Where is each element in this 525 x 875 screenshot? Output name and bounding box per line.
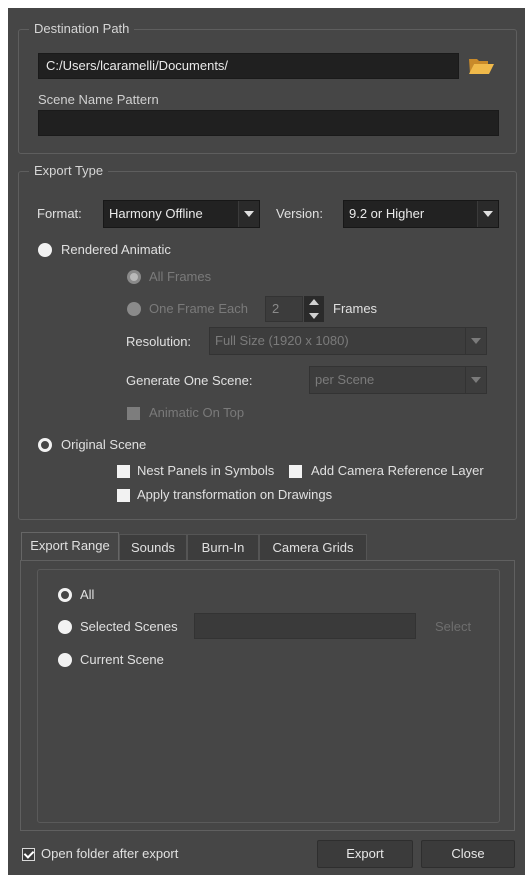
tab-export-range[interactable]: Export Range [21,532,119,561]
format-label: Format: [37,206,82,221]
animatic-on-top-checkbox[interactable] [127,407,140,420]
add-camera-reference-label[interactable]: Add Camera Reference Layer [311,463,484,479]
export-type-group: Export Type Format: Harmony Offline Vers… [18,163,517,520]
select-button[interactable]: Select [435,619,471,635]
one-frame-each-radio[interactable] [127,302,141,316]
apply-transformation-checkbox[interactable] [117,489,130,502]
one-frame-each-value: 2 [272,301,280,316]
scene-name-pattern-label: Scene Name Pattern [38,92,159,107]
original-scene-label[interactable]: Original Scene [61,437,146,453]
version-value: 9.2 or Higher [349,206,425,221]
original-scene-radio[interactable] [38,438,52,452]
format-combo[interactable]: Harmony Offline [103,200,260,228]
rendered-animatic-label[interactable]: Rendered Animatic [61,242,171,258]
scene-name-pattern-field[interactable] [38,110,499,136]
animatic-on-top-label: Animatic On Top [149,405,245,420]
export-dialog: Destination Path C:/Users/lcaramelli/Doc… [8,8,525,875]
range-current-scene-label[interactable]: Current Scene [80,652,164,668]
version-label: Version: [276,206,323,221]
open-folder-checkbox[interactable] [22,848,35,861]
range-all-radio[interactable] [58,588,72,602]
tab-sounds[interactable]: Sounds [119,534,187,561]
nest-panels-label[interactable]: Nest Panels in Symbols [137,463,274,479]
range-all-label[interactable]: All [80,587,94,603]
export-range-box: All Selected Scenes Select Current Scene [37,569,500,823]
close-button[interactable]: Close [421,840,515,868]
export-button[interactable]: Export [317,840,413,868]
range-selected-scenes-radio[interactable] [58,620,72,634]
add-camera-reference-checkbox[interactable] [289,465,302,478]
nest-panels-checkbox[interactable] [117,465,130,478]
destination-path-group: Destination Path C:/Users/lcaramelli/Doc… [18,21,517,154]
tab-burn-in[interactable]: Burn-In [187,534,259,561]
export-type-legend: Export Type [29,163,109,179]
folder-open-icon[interactable] [468,56,495,76]
frames-label: Frames [333,301,378,316]
range-current-scene-radio[interactable] [58,653,72,667]
destination-path-legend: Destination Path [29,21,135,37]
chevron-down-icon[interactable] [477,201,498,227]
format-value: Harmony Offline [109,206,203,221]
version-combo[interactable]: 9.2 or Higher [343,200,499,228]
destination-path-field[interactable]: C:/Users/lcaramelli/Documents/ [38,53,459,79]
resolution-label: Resolution: [126,334,192,349]
open-folder-label[interactable]: Open folder after export [41,846,178,862]
export-range-tab-panel: All Selected Scenes Select Current Scene [20,560,515,831]
chevron-down-icon[interactable] [465,367,486,393]
range-selected-scenes-label[interactable]: Selected Scenes [80,619,178,635]
selected-scenes-field[interactable] [194,613,416,639]
chevron-down-icon[interactable] [465,328,486,354]
apply-transformation-label[interactable]: Apply transformation on Drawings [137,487,332,503]
all-frames-label: All Frames [149,269,212,284]
spinbox-arrows[interactable] [304,296,324,322]
generate-one-scene-value: per Scene [315,372,375,387]
resolution-value: Full Size (1920 x 1080) [215,333,349,348]
one-frame-each-spinbox[interactable]: 2 [265,296,303,322]
rendered-animatic-radio[interactable] [38,243,52,257]
generate-one-scene-combo[interactable]: per Scene [309,366,487,394]
tab-camera-grids[interactable]: Camera Grids [259,534,367,561]
chevron-down-icon[interactable] [238,201,259,227]
generate-one-scene-label: Generate One Scene: [126,373,253,388]
spin-down-icon[interactable] [309,313,319,319]
spin-up-icon[interactable] [309,299,319,305]
one-frame-each-label: One Frame Each [149,301,248,316]
all-frames-radio[interactable] [127,270,141,284]
resolution-combo[interactable]: Full Size (1920 x 1080) [209,327,487,355]
